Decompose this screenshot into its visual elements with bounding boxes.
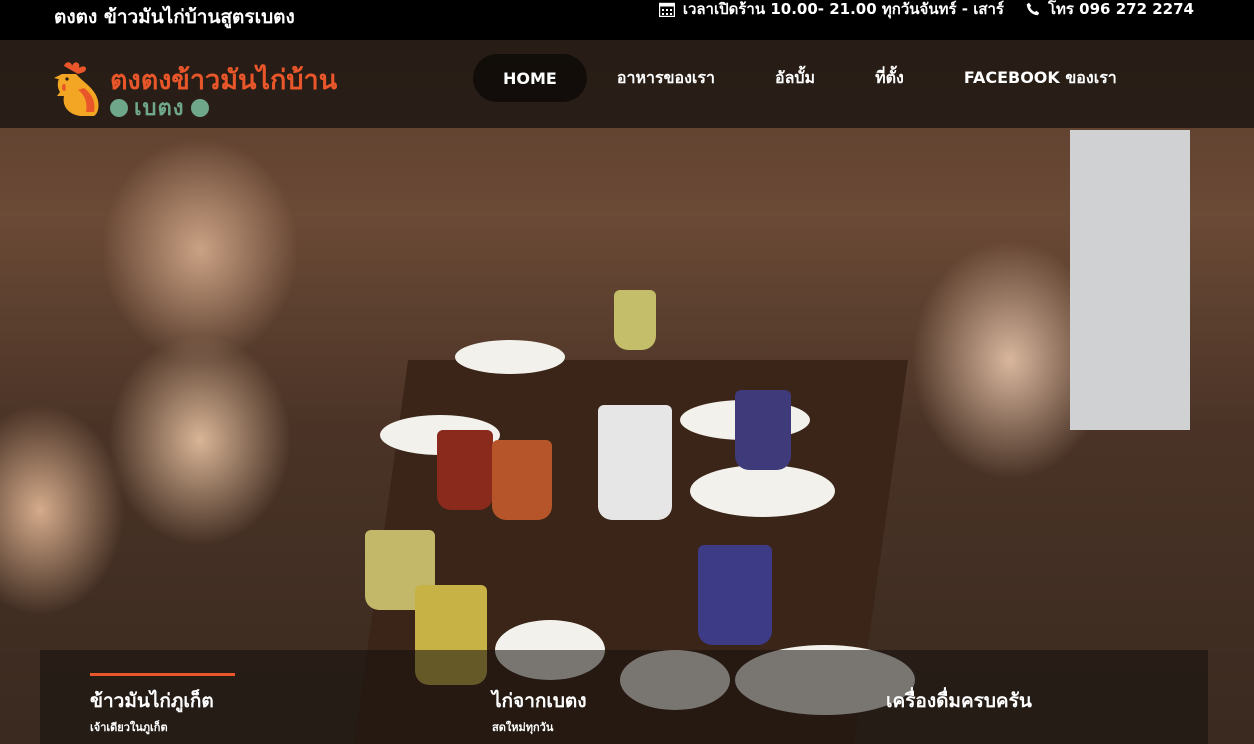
feature-drinks: เครื่องดื่มครบครัน (886, 650, 1032, 716)
calendar-icon (658, 2, 675, 17)
hero-wall (1070, 130, 1190, 430)
feature-title: เครื่องดื่มครบครัน (886, 690, 1032, 712)
opening-hours-text: เวลาเปิดร้าน 10.00- 21.00 ทุกวันจันทร์ -… (682, 0, 1004, 18)
logo-subtext: เบตง (110, 90, 209, 125)
feature-title: ไก่จากเบตง (492, 690, 587, 712)
top-info-bar: ตงตง ข้าวมันไก่บ้านสูตรเบตง เวลาเปิดร้าน… (0, 0, 1254, 40)
main-navbar: ตงตงข้าวมันไก่บ้าน เบตง HOME อาหารของเรา… (0, 40, 1254, 128)
feature-phuket-chicken-rice: ข้าวมันไก่ภูเก็ต เจ้าเดียวในภูเก็ต (90, 650, 235, 736)
site-logo[interactable]: ตงตงข้าวมันไก่บ้าน เบตง (54, 58, 364, 121)
feature-strip: ข้าวมันไก่ภูเก็ต เจ้าเดียวในภูเก็ต ไก่จา… (40, 650, 1208, 744)
logo-subtext-label: เบตง (134, 96, 185, 121)
opening-hours: เวลาเปิดร้าน 10.00- 21.00 ทุกวันจันทร์ -… (658, 0, 1004, 21)
hero-drink (614, 290, 656, 350)
phone-text: โทร 096 272 2274 (1047, 0, 1194, 18)
feature-accent-bar (886, 673, 1031, 676)
feature-accent-bar (492, 673, 637, 676)
nav-home[interactable]: HOME (473, 54, 587, 102)
nav-album[interactable]: อัลบั้ม (745, 54, 845, 102)
feature-betong-chicken: ไก่จากเบตง สดใหม่ทุกวัน (492, 650, 637, 736)
hero-drink (492, 440, 552, 520)
nav-our-food[interactable]: อาหารของเรา (587, 54, 745, 102)
feature-subtitle: เจ้าเดียวในภูเก็ต (90, 721, 168, 734)
logo-dot-icon (190, 98, 209, 117)
main-nav: HOME อาหารของเรา อัลบั้ม ที่ตั้ง FACEBOO… (473, 54, 1147, 102)
hero-plate (455, 340, 565, 374)
hero-drink (735, 390, 791, 470)
feature-title: ข้าวมันไก่ภูเก็ต (90, 690, 214, 712)
hero-plate (690, 465, 835, 517)
hero-drink (437, 430, 493, 510)
logo-dot-icon (110, 98, 128, 117)
hero-photo (0, 40, 1254, 744)
contact-info: เวลาเปิดร้าน 10.00- 21.00 ทุกวันจันทร์ -… (658, 0, 1194, 21)
hero-water-jug (598, 405, 672, 520)
hero-drink (698, 545, 772, 645)
brand-title: ตงตง ข้าวมันไก่บ้านสูตรเบตง (54, 6, 295, 28)
nav-facebook[interactable]: FACEBOOK ของเรา (934, 54, 1147, 102)
feature-accent-bar (90, 673, 235, 676)
phone-icon (1026, 2, 1040, 16)
feature-subtitle: สดใหม่ทุกวัน (492, 721, 554, 734)
nav-location[interactable]: ที่ตั้ง (845, 54, 934, 102)
rooster-icon (54, 60, 102, 122)
phone-number[interactable]: โทร 096 272 2274 (1026, 0, 1194, 21)
